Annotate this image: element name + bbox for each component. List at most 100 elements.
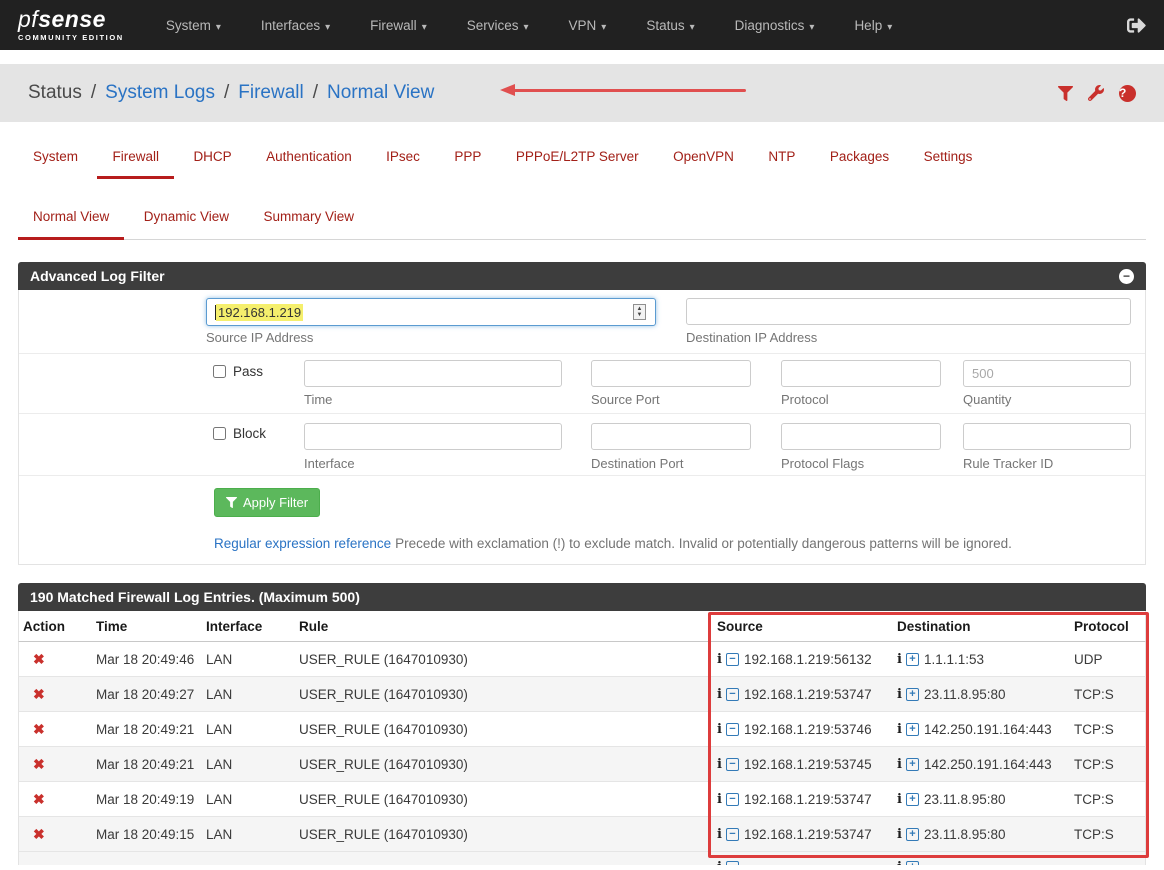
block-checkbox-input[interactable] [213, 427, 226, 440]
minus-square-icon[interactable] [726, 723, 739, 736]
action-block-icon[interactable] [33, 721, 45, 738]
nav-menu-label: Services [467, 18, 519, 33]
nav-menu-status[interactable]: Status [646, 18, 694, 33]
protocol-input[interactable] [781, 360, 941, 387]
nav-menu-services[interactable]: Services [467, 18, 529, 33]
plus-square-icon[interactable] [906, 723, 919, 736]
info-icon[interactable] [897, 652, 902, 667]
chevron-down-icon [887, 18, 892, 33]
tab-pppoe-l2tp-server[interactable]: PPPoE/L2TP Server [501, 149, 654, 178]
chevron-down-icon [523, 18, 528, 33]
nav-menu-help[interactable]: Help [854, 18, 892, 33]
logout-icon[interactable] [1127, 16, 1146, 35]
rule-tracker-id-input[interactable] [963, 423, 1131, 450]
minus-square-icon[interactable] [726, 758, 739, 771]
action-block-icon[interactable] [33, 651, 45, 668]
protocol-flags-input[interactable] [781, 423, 941, 450]
info-icon[interactable] [897, 827, 902, 842]
collapse-panel-icon[interactable] [1119, 269, 1134, 284]
breadcrumb-link-firewall[interactable]: Firewall [238, 82, 303, 104]
info-icon[interactable] [717, 652, 722, 667]
minus-square-icon[interactable] [726, 828, 739, 841]
tab-ntp[interactable]: NTP [753, 149, 810, 178]
time-input[interactable] [304, 360, 562, 387]
minus-square-icon[interactable] [726, 653, 739, 666]
tab-label: DHCP [193, 149, 231, 164]
table-row: Mar 18 20:49:27 LAN USER_RULE (164701093… [18, 677, 1146, 712]
action-block-icon[interactable] [33, 826, 45, 843]
tab-openvpn[interactable]: OpenVPN [658, 149, 749, 178]
plus-square-icon[interactable] [906, 688, 919, 701]
nav-menu-vpn[interactable]: VPN [569, 18, 607, 33]
log-source: 192.168.1.219:53747 [744, 687, 872, 702]
chevron-down-icon [325, 18, 330, 33]
log-interface: LAN [206, 687, 299, 702]
minus-square-icon[interactable] [726, 861, 739, 865]
tab-settings[interactable]: Settings [909, 149, 988, 178]
tab-ppp[interactable]: PPP [439, 149, 496, 178]
info-icon[interactable] [717, 757, 722, 772]
info-icon[interactable] [717, 687, 722, 702]
log-rule: USER_RULE (1647010930) [299, 652, 717, 667]
nav-menu-diagnostics[interactable]: Diagnostics [735, 18, 815, 33]
destination-ip-input[interactable] [686, 298, 1131, 325]
tab-dhcp[interactable]: DHCP [178, 149, 246, 178]
tab-dynamic-view[interactable]: Dynamic View [129, 209, 244, 239]
tab-authentication[interactable]: Authentication [251, 149, 367, 178]
plus-square-icon[interactable] [906, 653, 919, 666]
plus-square-icon[interactable] [906, 758, 919, 771]
secondary-tabs: Normal View Dynamic View Summary View [18, 208, 1146, 240]
minus-square-icon[interactable] [726, 688, 739, 701]
destination-port-input[interactable] [591, 423, 751, 450]
nav-menu-firewall[interactable]: Firewall [370, 18, 427, 33]
input-stepper-icon[interactable]: ▲▼ [633, 304, 646, 320]
action-block-icon[interactable] [33, 791, 45, 808]
info-icon[interactable] [897, 757, 902, 772]
info-icon[interactable] [717, 722, 722, 737]
plus-square-icon[interactable] [906, 793, 919, 806]
tab-ipsec[interactable]: IPsec [371, 149, 435, 178]
pfsense-logo[interactable]: pfsense COMMUNITY EDITION [18, 8, 124, 42]
pass-checkbox-input[interactable] [213, 365, 226, 378]
pass-checkbox[interactable]: Pass [213, 364, 263, 379]
protocol-label: Protocol [781, 392, 829, 407]
source-port-label: Source Port [591, 392, 660, 407]
quantity-label: Quantity [963, 392, 1011, 407]
tab-normal-view[interactable]: Normal View [18, 209, 124, 239]
regex-reference-link[interactable]: Regular expression reference [214, 536, 391, 551]
log-time: Mar 18 20:49:19 [96, 792, 206, 807]
interface-input[interactable] [304, 423, 562, 450]
nav-menu-system[interactable]: System [166, 18, 221, 33]
filter-icon[interactable] [1058, 86, 1073, 101]
chevron-down-icon [216, 18, 221, 33]
help-icon[interactable] [1119, 85, 1136, 102]
source-port-input[interactable] [591, 360, 751, 387]
nav-menu-interfaces[interactable]: Interfaces [261, 18, 330, 33]
action-block-icon[interactable] [33, 686, 45, 703]
tab-system[interactable]: System [18, 149, 93, 178]
info-icon[interactable] [897, 687, 902, 702]
quantity-input[interactable] [963, 360, 1131, 387]
minus-square-icon[interactable] [726, 793, 739, 806]
tab-packages[interactable]: Packages [815, 149, 904, 178]
apply-filter-button[interactable]: Apply Filter [214, 488, 320, 517]
plus-square-icon[interactable] [906, 861, 919, 865]
breadcrumb-link-system-logs[interactable]: System Logs [105, 82, 215, 104]
plus-square-icon[interactable] [906, 828, 919, 841]
info-icon[interactable] [717, 792, 722, 807]
info-icon[interactable] [897, 792, 902, 807]
log-rule: USER_RULE (1647010930) [299, 722, 717, 737]
log-destination: 1.1.1.1:53 [924, 652, 984, 667]
info-icon[interactable] [897, 722, 902, 737]
tab-firewall[interactable]: Firewall [97, 149, 174, 178]
action-block-icon[interactable] [33, 756, 45, 773]
block-checkbox[interactable]: Block [213, 426, 266, 441]
info-icon[interactable] [897, 860, 902, 865]
source-ip-input[interactable]: 192.168.1.219 ▲▼ [206, 298, 656, 326]
info-icon[interactable] [717, 860, 722, 865]
tab-summary-view[interactable]: Summary View [248, 209, 369, 239]
info-icon[interactable] [717, 827, 722, 842]
breadcrumb-link-normal-view[interactable]: Normal View [327, 82, 434, 104]
time-label: Time [304, 392, 332, 407]
wrench-icon[interactable] [1088, 85, 1104, 101]
